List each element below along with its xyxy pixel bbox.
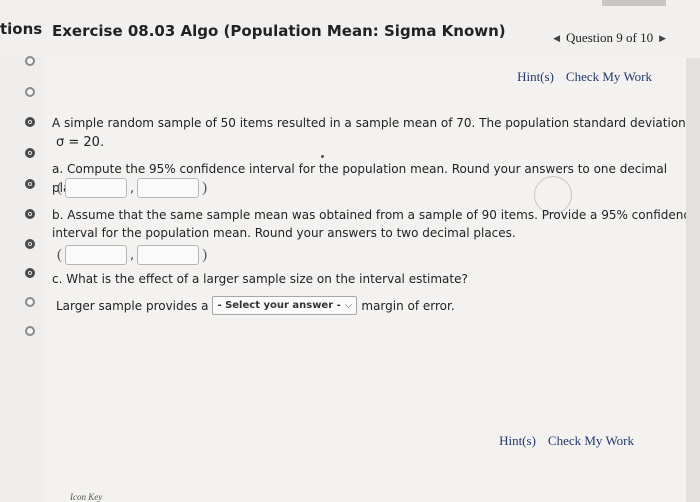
top-help-links: Hint(s) Check My Work: [517, 69, 652, 85]
right-edge-strip: [686, 58, 700, 502]
part-b-interval: ( , ): [54, 245, 210, 265]
part-c-sentence-end: margin of error.: [361, 298, 455, 313]
next-question-icon[interactable]: ▶: [659, 33, 666, 44]
part-b-upper-input[interactable]: [137, 245, 200, 265]
status-dot-10[interactable]: [25, 326, 35, 336]
comma-a: ,: [130, 180, 135, 196]
part-a-upper-input[interactable]: [137, 178, 200, 198]
select-value: - Select your answer -: [217, 300, 341, 311]
part-b-lower-input[interactable]: [65, 245, 127, 265]
status-dot-5[interactable]: [25, 179, 35, 189]
status-dot-9[interactable]: [25, 297, 35, 307]
icon-key-fragment[interactable]: Icon Key: [70, 492, 102, 502]
problem-intro-sigma: σ = 20.: [56, 135, 105, 150]
hint-link-bottom[interactable]: Hint(s): [499, 433, 536, 449]
check-my-work-link-top[interactable]: Check My Work: [566, 69, 652, 85]
previous-question-icon[interactable]: ◀: [553, 33, 560, 44]
part-c-sentence-start: Larger sample provides a: [56, 298, 209, 313]
status-dot-8[interactable]: [25, 268, 35, 278]
top-bar: tions Exercise 08.03 Algo (Population Me…: [0, 0, 700, 59]
question-status-column: [0, 58, 44, 502]
status-dot-6[interactable]: [25, 209, 35, 219]
close-paren-a: ): [202, 179, 208, 196]
margin-of-error-select[interactable]: - Select your answer - ⌵: [212, 296, 358, 315]
part-c-answer-line: Larger sample provides a - Select your a…: [56, 296, 455, 315]
status-dot-2[interactable]: [25, 87, 35, 97]
part-a-lower-input[interactable]: [65, 178, 127, 198]
part-b-line1: b. Assume that the same sample mean was …: [52, 208, 698, 222]
hint-link-top[interactable]: Hint(s): [517, 69, 554, 85]
question-counter: Question 9 of 10: [566, 30, 654, 45]
bottom-help-links: Hint(s) Check My Work: [499, 433, 634, 449]
part-a-interval: ( , ): [54, 178, 210, 198]
exercise-title: Exercise 08.03 Algo (Population Mean: Si…: [52, 22, 506, 40]
close-paren-b: ): [202, 246, 208, 263]
part-c-text: c. What is the effect of a larger sample…: [52, 272, 468, 286]
part-b-line2: interval for the population mean. Round …: [52, 226, 516, 240]
problem-intro-line1: A simple random sample of 50 items resul…: [52, 116, 700, 130]
status-dot-1[interactable]: [25, 56, 35, 66]
status-dot-3[interactable]: [25, 117, 35, 127]
open-paren-a: (: [57, 179, 62, 196]
check-my-work-link-bottom[interactable]: Check My Work: [548, 433, 634, 449]
mouse-speck: [321, 155, 324, 158]
comma-b: ,: [130, 247, 135, 263]
status-dot-4[interactable]: [25, 148, 35, 158]
status-dot-7[interactable]: [25, 239, 35, 249]
chevron-down-icon: ⌵: [344, 300, 353, 311]
assignment-tab-fragment[interactable]: tions: [0, 20, 42, 38]
progress-strip: [602, 0, 666, 6]
open-paren-b: (: [57, 246, 62, 263]
question-navigator: ◀ Question 9 of 10 ▶: [553, 30, 666, 46]
